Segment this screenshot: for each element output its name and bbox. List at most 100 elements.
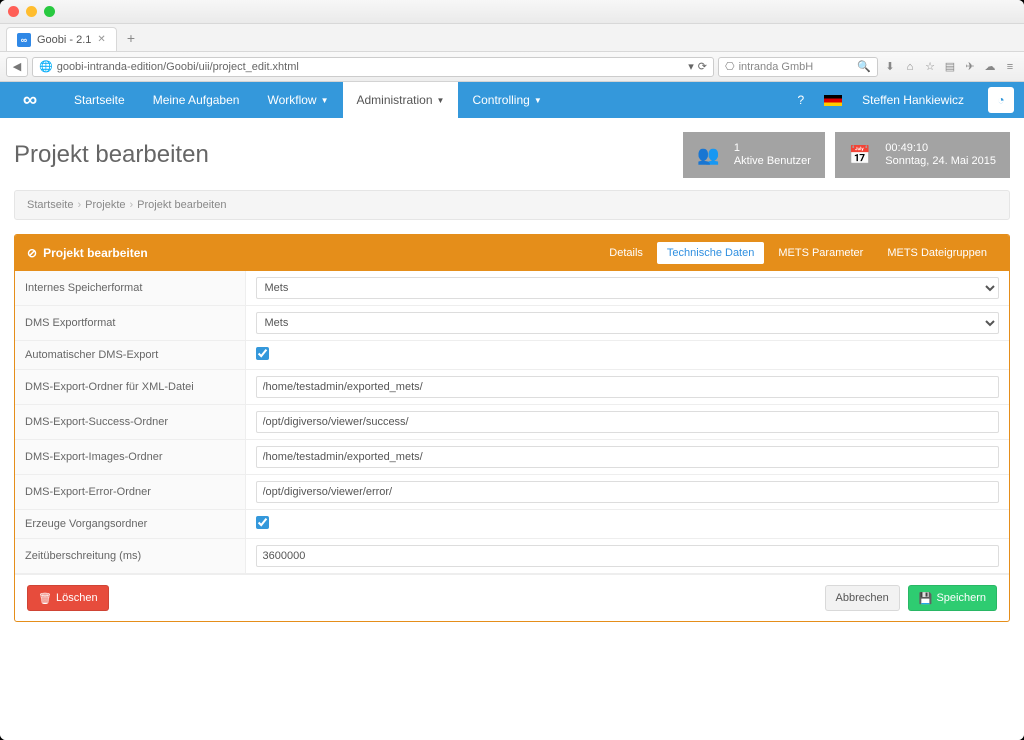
text-input[interactable] xyxy=(256,376,1000,398)
form-value-cell xyxy=(245,370,1009,405)
form-value-cell xyxy=(245,475,1009,510)
reload-icon[interactable]: ⟳ xyxy=(698,60,707,73)
text-input[interactable] xyxy=(256,446,1000,468)
chat-icon[interactable]: ☁ xyxy=(982,59,998,75)
form-value-cell: Mets xyxy=(245,271,1009,306)
save-icon: 💾 xyxy=(919,592,933,605)
send-icon[interactable]: ✈ xyxy=(962,59,978,75)
close-tab-icon[interactable]: ✕ xyxy=(97,34,105,45)
panel-tab-details[interactable]: Details xyxy=(599,242,653,264)
search-engine-icon: ⎔ xyxy=(725,60,735,73)
nav-item-meine-aufgaben[interactable]: Meine Aufgaben xyxy=(139,82,254,118)
clock-box: 📅 00:49:10 Sonntag, 24. Mai 2015 xyxy=(835,132,1010,178)
panel-tab-technische-daten[interactable]: Technische Daten xyxy=(657,242,764,264)
window-titlebar xyxy=(0,0,1024,24)
checkbox-input[interactable] xyxy=(256,347,269,360)
form-label: Zeitüberschreitung (ms) xyxy=(15,539,245,574)
breadcrumb-item: Projekt bearbeiten xyxy=(137,199,226,211)
form-row: Internes Speicherformat Mets xyxy=(15,271,1009,306)
form-label: DMS-Export-Images-Ordner xyxy=(15,440,245,475)
form-label: Automatischer DMS-Export xyxy=(15,341,245,370)
select-input[interactable]: Mets xyxy=(256,277,1000,299)
page-title: Projekt bearbeiten xyxy=(14,141,673,169)
nav-item-administration[interactable]: Administration▼ xyxy=(343,82,459,118)
users-icon: 👥 xyxy=(697,145,719,166)
panel-footer: 🗑 Löschen Abbrechen 💾 Speichern xyxy=(15,574,1009,621)
text-input[interactable] xyxy=(256,481,1000,503)
text-input[interactable] xyxy=(256,545,1000,567)
close-window-button[interactable] xyxy=(8,6,19,17)
block-icon: ⊘ xyxy=(27,246,37,260)
text-input[interactable] xyxy=(256,411,1000,433)
form-value-cell xyxy=(245,341,1009,370)
form-row: DMS-Export-Success-Ordner xyxy=(15,405,1009,440)
tab-title: Goobi - 2.1 xyxy=(37,34,91,46)
minimize-window-button[interactable] xyxy=(26,6,37,17)
delete-label: Löschen xyxy=(56,592,98,604)
breadcrumb-item[interactable]: Startseite xyxy=(27,199,73,211)
browser-tab[interactable]: ∞ Goobi - 2.1 ✕ xyxy=(6,27,117,51)
active-users-count: 1 xyxy=(734,142,811,155)
language-flag-icon[interactable] xyxy=(818,82,848,118)
form-row: DMS-Export-Ordner für XML-Datei xyxy=(15,370,1009,405)
active-users-box: 👥 1 Aktive Benutzer xyxy=(683,132,824,178)
url-field[interactable]: 🌐 goobi-intranda-edition/Goobi/uii/proje… xyxy=(32,57,714,77)
form-label: Internes Speicherformat xyxy=(15,271,245,306)
help-icon[interactable]: ? xyxy=(783,82,818,118)
browser-window: ∞ Goobi - 2.1 ✕ + ◀ 🌐 goobi-intranda-edi… xyxy=(0,0,1024,740)
new-tab-button[interactable]: + xyxy=(127,30,135,46)
breadcrumb-separator-icon: › xyxy=(77,199,81,211)
form-row: Erzeuge Vorgangsordner xyxy=(15,510,1009,539)
save-button[interactable]: 💾 Speichern xyxy=(908,585,997,611)
nav-item-workflow[interactable]: Workflow▼ xyxy=(253,82,342,118)
search-icon[interactable]: 🔍 xyxy=(857,60,871,73)
clipboard-icon[interactable]: ▤ xyxy=(942,59,958,75)
page-content: Projekt bearbeiten 👥 1 Aktive Benutzer 📅… xyxy=(0,118,1024,740)
form-value-cell xyxy=(245,510,1009,539)
bookmark-icon[interactable]: ☆ xyxy=(922,59,938,75)
browser-search-field[interactable]: ⎔ intranda GmbH 🔍 xyxy=(718,57,878,77)
checkbox-input[interactable] xyxy=(256,516,269,529)
panel-tab-mets-dateigruppen[interactable]: METS Dateigruppen xyxy=(877,242,997,264)
globe-icon: 🌐 xyxy=(39,60,53,73)
clock-time: 00:49:10 xyxy=(885,142,996,155)
browser-tabstrip: ∞ Goobi - 2.1 ✕ + xyxy=(0,24,1024,52)
edit-panel: ⊘ Projekt bearbeiten DetailsTechnische D… xyxy=(14,234,1010,622)
cancel-button[interactable]: Abbrechen xyxy=(825,585,900,611)
nav-item-controlling[interactable]: Controlling▼ xyxy=(458,82,555,118)
cancel-label: Abbrechen xyxy=(836,592,889,604)
panel-tab-mets-parameter[interactable]: METS Parameter xyxy=(768,242,873,264)
user-avatar[interactable]: ◔ xyxy=(988,87,1014,113)
dropdown-icon[interactable]: ▾ xyxy=(688,60,694,73)
form-value-cell xyxy=(245,405,1009,440)
chevron-down-icon: ▼ xyxy=(534,96,542,105)
form-label: DMS Exportformat xyxy=(15,306,245,341)
back-button[interactable]: ◀ xyxy=(6,57,28,77)
download-icon[interactable]: ⬇ xyxy=(882,59,898,75)
select-input[interactable]: Mets xyxy=(256,312,1000,334)
form-row: Automatischer DMS-Export xyxy=(15,341,1009,370)
breadcrumb-separator-icon: › xyxy=(130,199,134,211)
menu-icon[interactable]: ≡ xyxy=(1002,59,1018,75)
form-label: DMS-Export-Ordner für XML-Datei xyxy=(15,370,245,405)
form-label: DMS-Export-Success-Ordner xyxy=(15,405,245,440)
calendar-icon: 📅 xyxy=(849,145,871,166)
chevron-down-icon: ▼ xyxy=(321,96,329,105)
breadcrumb: Startseite›Projekte›Projekt bearbeiten xyxy=(14,190,1010,220)
username-label[interactable]: Steffen Hankiewicz xyxy=(848,82,978,118)
chevron-down-icon: ▼ xyxy=(437,96,445,105)
form-value-cell xyxy=(245,539,1009,574)
breadcrumb-item[interactable]: Projekte xyxy=(85,199,125,211)
maximize-window-button[interactable] xyxy=(44,6,55,17)
form-label: DMS-Export-Error-Ordner xyxy=(15,475,245,510)
delete-button[interactable]: 🗑 Löschen xyxy=(27,585,109,611)
form-row: DMS-Export-Images-Ordner xyxy=(15,440,1009,475)
nav-item-startseite[interactable]: Startseite xyxy=(60,82,139,118)
form-value-cell xyxy=(245,440,1009,475)
home-icon[interactable]: ⌂ xyxy=(902,59,918,75)
form-row: DMS-Export-Error-Ordner xyxy=(15,475,1009,510)
form-value-cell: Mets xyxy=(245,306,1009,341)
save-label: Speichern xyxy=(936,592,986,604)
app-logo[interactable]: ∞ xyxy=(0,89,60,112)
clock-date: Sonntag, 24. Mai 2015 xyxy=(885,155,996,168)
